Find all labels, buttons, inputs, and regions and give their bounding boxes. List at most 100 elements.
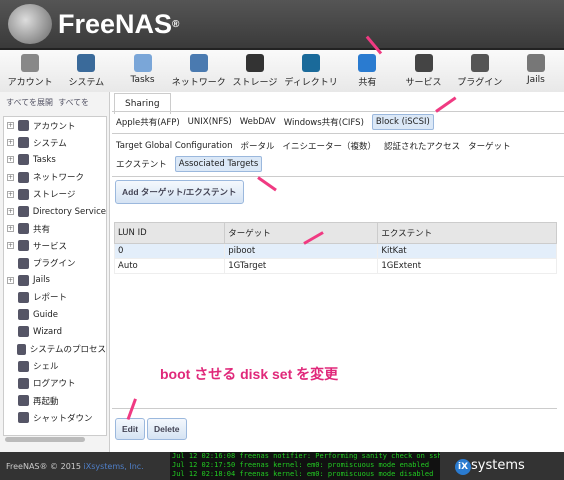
tab-item[interactable]: 認証されたアクセス	[384, 140, 460, 152]
table-cell: 1GTarget	[224, 258, 379, 274]
nav-tree-item[interactable]: システムのプロセス	[4, 340, 106, 357]
tab-item[interactable]: Associated Targets	[174, 156, 263, 172]
nav-tree-item[interactable]: ログアウト	[4, 375, 106, 392]
expand-icon[interactable]: +	[7, 225, 14, 233]
nav-tree-label: アカウント	[33, 121, 76, 132]
nav-tree-item[interactable]: + システム	[4, 134, 106, 151]
expand-all-link[interactable]: すべてを展開	[6, 98, 53, 107]
toolbar-item-label: システム	[68, 78, 105, 88]
expand-icon[interactable]: +	[7, 208, 14, 216]
nav-tree-label: 共有	[33, 224, 51, 235]
toolbar-item[interactable]: 共有	[339, 50, 395, 92]
toolbar-item-label: プラグイン	[457, 78, 503, 88]
column-header[interactable]: ターゲット	[224, 222, 379, 244]
expand-icon[interactable]: +	[7, 122, 14, 130]
nav-tree-label: Wizard	[33, 326, 62, 337]
toolbar-item-label: Jails	[527, 75, 545, 85]
toolbar-item-label: Tasks	[130, 75, 155, 85]
tab-item[interactable]: ターゲット	[468, 140, 511, 152]
table-row[interactable]: 0 piboot KitKat	[113, 243, 557, 259]
nav-item-icon	[18, 309, 29, 321]
nav-tree-label: Guide	[33, 309, 58, 320]
nav-tree-label: システム	[33, 138, 67, 149]
nav-item-icon	[18, 412, 29, 424]
toolbar-item-icon	[526, 54, 545, 72]
nav-item-icon	[18, 154, 29, 166]
table-cell: 1GExtent	[377, 258, 557, 274]
toolbar-item[interactable]: ストレージ	[227, 50, 283, 92]
nav-tree-item[interactable]: + アカウント	[4, 117, 106, 134]
tab-item[interactable]: イニシエーター（複数）	[282, 140, 376, 152]
nav-tree-item[interactable]: Guide	[4, 306, 106, 323]
nav-tree-label: ストレージ	[33, 190, 76, 201]
nav-tree-item[interactable]: Wizard	[4, 323, 106, 340]
toolbar-item-icon	[302, 54, 321, 72]
nav-item-icon	[16, 343, 26, 355]
nav-tree-item[interactable]: + Directory Service	[4, 203, 106, 220]
tab-item[interactable]: Apple共有(AFP)	[116, 116, 180, 128]
tab-item[interactable]: WebDAV	[240, 117, 276, 127]
toolbar-item[interactable]: システム	[58, 50, 114, 92]
tab-item[interactable]: Target Global Configuration	[116, 141, 232, 151]
collapse-all-link[interactable]: すべてを	[58, 98, 89, 107]
toolbar-item[interactable]: サービス	[395, 50, 451, 92]
nav-tree-label: ログアウト	[33, 379, 76, 390]
expand-icon[interactable]: +	[7, 276, 14, 284]
nav-tree-item[interactable]: + Jails	[4, 272, 106, 289]
nav-item-icon	[18, 223, 29, 235]
add-target-extent-button[interactable]: Add ターゲット/エクステント	[115, 180, 244, 204]
nav-item-icon	[18, 206, 29, 218]
nav-tree-item[interactable]: + ネットワーク	[4, 169, 106, 186]
tab-item[interactable]: ポータル	[240, 140, 274, 152]
expand-icon[interactable]: +	[7, 190, 14, 198]
associated-targets-table: LUN ID ターゲット エクステント 0 piboot KitKat Auto 1GTarg…	[113, 222, 557, 274]
toolbar-item[interactable]: アカウント	[2, 50, 58, 92]
nav-tree-label: プラグイン	[33, 259, 76, 270]
copyright-text: FreeNAS® © 2015	[6, 462, 84, 471]
nav-item-icon	[18, 326, 29, 338]
footer: FreeNAS® © 2015 iXsystems, Inc. Jul 12 0…	[0, 452, 564, 480]
nav-tree-item[interactable]: 再起動	[4, 392, 106, 409]
nav-tree-item[interactable]: + サービス	[4, 237, 106, 254]
toolbar-item-icon	[189, 54, 208, 72]
delete-button[interactable]: Delete	[147, 418, 187, 440]
tab-item[interactable]: Block (iSCSI)	[371, 114, 434, 130]
nav-tree-label: シェル	[33, 362, 59, 373]
freenas-logo-icon	[8, 4, 52, 44]
expand-icon[interactable]: +	[7, 156, 14, 164]
toolbar-item[interactable]: Jails	[508, 50, 564, 92]
nav-tree-item[interactable]: + ストレージ	[4, 186, 106, 203]
expand-icon[interactable]: +	[7, 173, 14, 181]
nav-tree-item[interactable]: + 共有	[4, 220, 106, 237]
toolbar-item-icon	[77, 54, 96, 72]
left-panel: すべてを展開 すべてを + アカウント + システム + Tasks + ネットワーク + ストレ…	[0, 92, 110, 452]
nav-tree-item[interactable]: シャットダウン	[4, 409, 106, 426]
expand-icon[interactable]: +	[7, 139, 14, 147]
column-header[interactable]: LUN ID	[113, 222, 226, 244]
nav-tree-item[interactable]: シェル	[4, 358, 106, 375]
nav-tree-label: ネットワーク	[33, 173, 85, 184]
table-row[interactable]: Auto 1GTarget 1GExtent	[113, 258, 557, 274]
nav-tree-item[interactable]: プラグイン	[4, 255, 106, 272]
freenas-logo[interactable]: FreeNAS ®	[8, 4, 179, 44]
toolbar-item[interactable]: ネットワーク	[171, 50, 227, 92]
tab-item[interactable]: Windows共有(CIFS)	[284, 116, 364, 128]
table-cell: KitKat	[377, 243, 557, 259]
nav-item-icon	[18, 120, 29, 132]
nav-item-icon	[18, 360, 29, 372]
toolbar-item[interactable]: Tasks	[114, 50, 170, 92]
tab-item[interactable]: UNIX(NFS)	[188, 117, 232, 127]
column-header[interactable]: エクステント	[377, 222, 557, 244]
console-log: Jul 12 02:16:08 freenas notifier: Perfor…	[170, 452, 440, 480]
toolbar-item[interactable]: プラグイン	[452, 50, 508, 92]
edit-button[interactable]: Edit	[115, 418, 146, 440]
horizontal-scrollbar[interactable]	[5, 437, 85, 442]
expand-icon[interactable]: +	[7, 242, 14, 250]
share-tabs: Apple共有(AFP) UNIX(NFS) WebDAV Windows共有(CIF…	[116, 114, 434, 130]
toolbar-item-icon	[470, 54, 489, 72]
nav-tree-item[interactable]: + Tasks	[4, 151, 106, 168]
company-link[interactable]: iXsystems, Inc.	[84, 462, 144, 471]
tab-item[interactable]: エクステント	[116, 158, 167, 170]
toolbar-item[interactable]: ディレクトリ	[283, 50, 339, 92]
nav-tree-item[interactable]: レポート	[4, 289, 106, 306]
